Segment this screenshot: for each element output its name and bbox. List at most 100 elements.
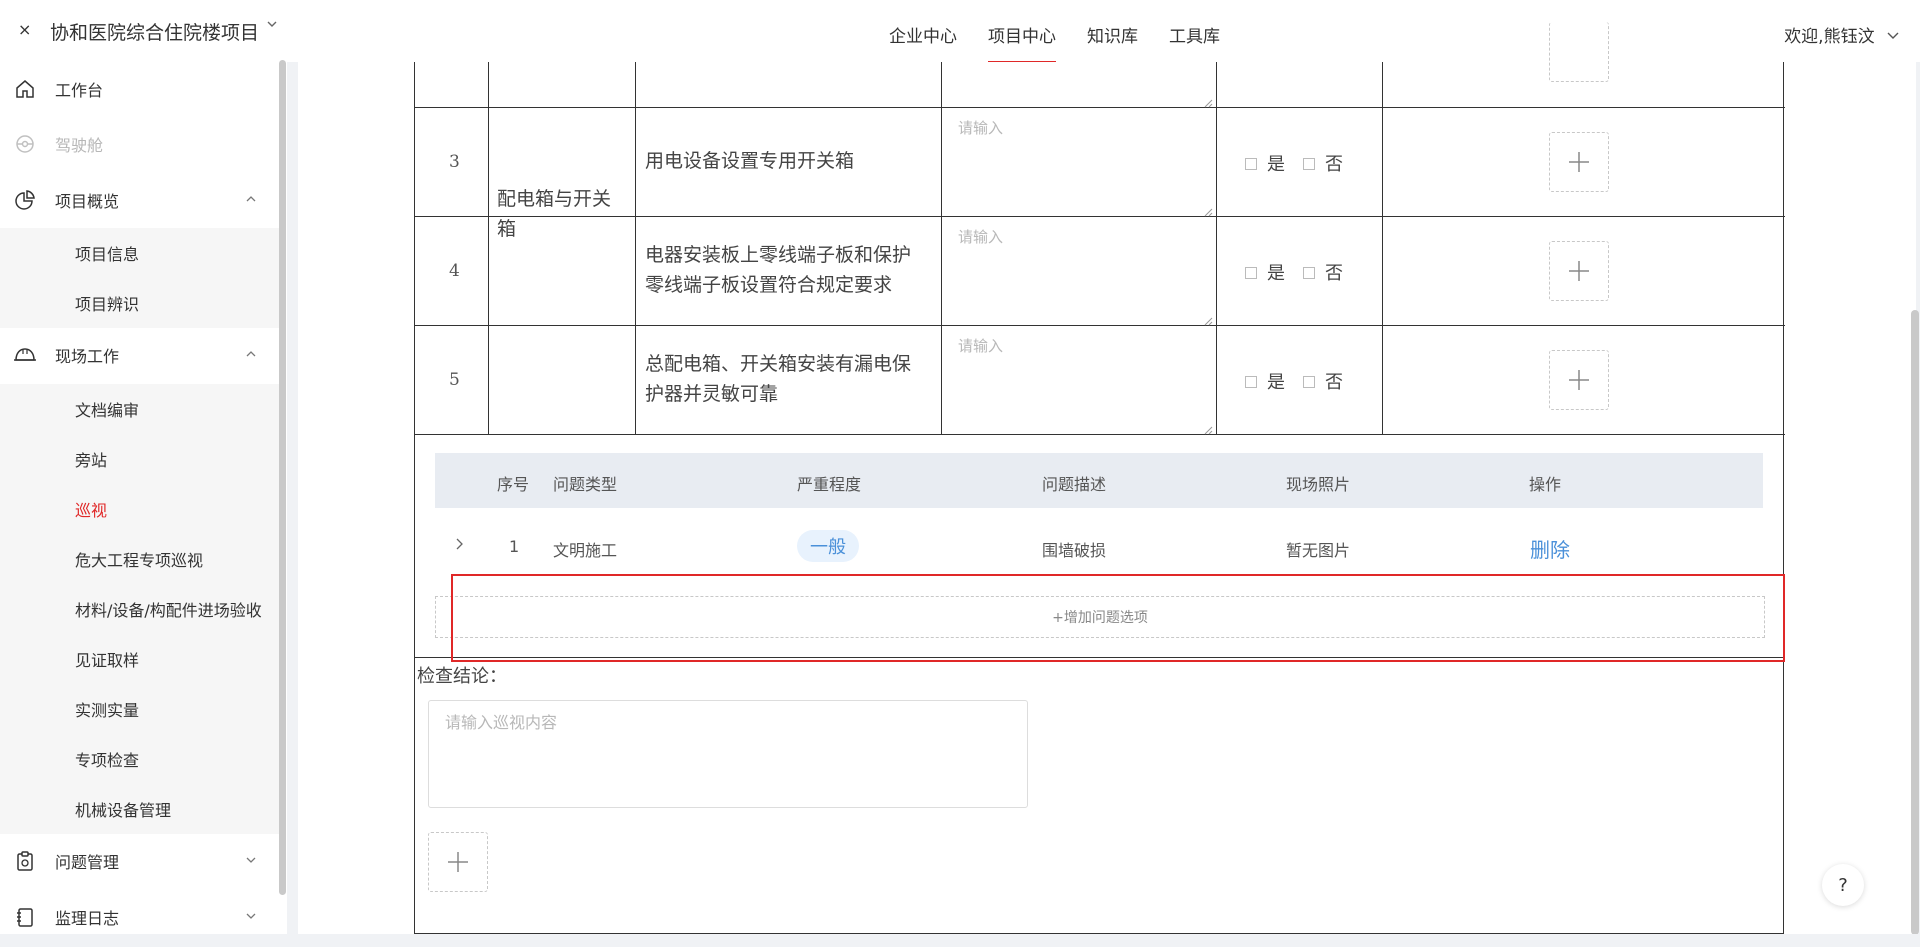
resize-handle-icon[interactable] — [1203, 93, 1213, 108]
nav-enterprise-center[interactable]: 企业中心 — [889, 22, 957, 62]
plus-icon — [448, 852, 468, 872]
pie-chart-icon — [13, 188, 37, 212]
expand-row-icon[interactable] — [454, 536, 464, 555]
row-number: 3 — [449, 152, 460, 172]
row-number: 4 — [449, 261, 460, 281]
main-nav: 企业中心 项目中心 知识库 工具库 — [889, 22, 1251, 63]
resize-handle-icon[interactable] — [1203, 420, 1213, 435]
sidebar-sub-doc-review[interactable]: 文档编审 — [0, 384, 279, 434]
sidebar-sub-project-identify[interactable]: 项目辨识 — [0, 278, 279, 328]
upload-attachment-button[interactable] — [428, 832, 488, 892]
col-divider — [488, 62, 489, 435]
sidebar-sub-special-inspection[interactable]: 专项检查 — [0, 734, 279, 784]
chevron-up-icon — [245, 348, 257, 362]
sidebar-item-workbench[interactable]: 工作台 — [0, 64, 279, 114]
project-title[interactable]: 协和医院综合住院楼项目 — [50, 18, 259, 45]
col-header-photo: 现场照片 — [1286, 475, 1351, 494]
yes-checkbox[interactable] — [1245, 267, 1257, 279]
category-label: 配电箱与开关 箱 — [497, 188, 612, 240]
plus-icon — [1569, 370, 1589, 390]
upload-photo-button[interactable] — [1549, 22, 1609, 82]
chevron-down-icon — [245, 854, 257, 868]
col-header-action: 操作 — [1529, 475, 1562, 494]
sidebar-item-project-overview[interactable]: 项目概览 — [0, 175, 279, 225]
remark-input[interactable]: 请输入 — [958, 335, 1003, 356]
yes-no-checkboxes: 是 否 — [1245, 150, 1343, 176]
yes-no-checkboxes: 是 否 — [1245, 259, 1343, 285]
helmet-icon — [13, 343, 37, 367]
col-divider — [941, 62, 942, 435]
resize-handle-icon[interactable] — [1203, 202, 1213, 217]
sidebar-sub-patrol[interactable]: 巡视 — [0, 484, 279, 534]
home-icon — [13, 77, 37, 101]
nav-knowledge-base[interactable]: 知识库 — [1087, 22, 1138, 62]
row-divider — [414, 107, 1785, 108]
top-bar: × 协和医院综合住院楼项目 企业中心 项目中心 知识库 工具库 欢迎,熊钰汶 — [0, 0, 1920, 63]
row-divider — [414, 325, 1785, 326]
yes-checkbox[interactable] — [1245, 158, 1257, 170]
sidebar-sub-machinery[interactable]: 机械设备管理 — [0, 784, 279, 834]
notebook-icon — [13, 905, 37, 929]
sidebar-item-label: 现场工作 — [55, 347, 120, 366]
check-item-text: 电器安装板上零线端子板和保护 零线端子板设置符合规定要求 — [645, 244, 912, 296]
col-divider — [1216, 62, 1217, 435]
sidebar-sub-side-station[interactable]: 旁站 — [0, 434, 279, 484]
upload-photo-button[interactable] — [1549, 350, 1609, 410]
sidebar-scrollbar[interactable] — [279, 60, 286, 895]
remark-input[interactable]: 请输入 — [958, 117, 1003, 138]
conclusion-label: 检查结论： — [417, 666, 507, 687]
plus-icon — [1569, 261, 1589, 281]
col-header-number: 序号 — [497, 475, 530, 494]
sidebar-item-issue-management[interactable]: 问题管理 — [0, 836, 279, 886]
sidebar-sub-measurement[interactable]: 实测实量 — [0, 684, 279, 734]
sidebar-item-label: 监理日志 — [55, 909, 120, 928]
sidebar-sub-material-acceptance[interactable]: 材料/设备/构配件进场验收 — [0, 584, 279, 634]
col-header-severity: 严重程度 — [797, 475, 862, 494]
resize-handle-icon[interactable] — [1203, 311, 1213, 326]
highlight-box — [451, 574, 1785, 662]
bottom-strip — [0, 934, 1920, 947]
close-icon[interactable]: × — [18, 20, 31, 39]
chevron-up-icon — [245, 193, 257, 207]
col-header-type: 问题类型 — [553, 475, 618, 494]
nav-project-center[interactable]: 项目中心 — [988, 22, 1056, 63]
yes-no-checkboxes: 是 否 — [1245, 368, 1343, 394]
problem-number: 1 — [509, 537, 520, 556]
conclusion-input[interactable] — [428, 700, 1028, 808]
delete-button[interactable]: 删除 — [1530, 534, 1570, 563]
sidebar-item-label: 项目概览 — [55, 192, 120, 211]
steering-wheel-icon — [13, 132, 37, 156]
chevron-down-icon — [245, 910, 257, 924]
col-header-description: 问题描述 — [1042, 475, 1107, 494]
sidebar-item-label: 问题管理 — [55, 853, 120, 872]
sidebar-sub-project-info[interactable]: 项目信息 — [0, 228, 279, 278]
problem-description: 围墙破损 — [1042, 541, 1107, 560]
clipboard-icon — [13, 849, 37, 873]
check-item-text: 用电设备设置专用开关箱 — [645, 150, 855, 172]
upload-photo-button[interactable] — [1549, 132, 1609, 192]
user-menu[interactable]: 欢迎,熊钰汶 — [1784, 22, 1900, 47]
no-checkbox[interactable] — [1303, 267, 1315, 279]
sidebar-item-field-work[interactable]: 现场工作 — [0, 330, 279, 380]
check-item-text: 总配电箱、开关箱安装有漏电保 护器并灵敏可靠 — [645, 353, 912, 405]
upload-photo-button[interactable] — [1549, 241, 1609, 301]
yes-checkbox[interactable] — [1245, 376, 1257, 388]
problem-photo: 暂无图片 — [1286, 541, 1351, 560]
col-divider — [1382, 62, 1383, 435]
severity-badge: 一般 — [797, 530, 859, 562]
no-checkbox[interactable] — [1303, 376, 1315, 388]
sidebar-sub-hazard-patrol[interactable]: 危大工程专项巡视 — [0, 534, 279, 584]
problem-table-header: 序号 问题类型 严重程度 问题描述 现场照片 操作 — [435, 453, 1763, 508]
content-scrollbar[interactable] — [1911, 310, 1919, 935]
sidebar-item-label: 工作台 — [55, 81, 104, 100]
no-checkbox[interactable] — [1303, 158, 1315, 170]
nav-toolbox[interactable]: 工具库 — [1169, 22, 1220, 62]
remark-input[interactable]: 请输入 — [958, 226, 1003, 247]
sidebar-item-label: 驾驶舱 — [55, 136, 104, 155]
problem-type: 文明施工 — [553, 541, 618, 560]
plus-icon — [1569, 152, 1589, 172]
help-button[interactable]: ? — [1822, 864, 1864, 906]
sidebar-sub-witness-sampling[interactable]: 见证取样 — [0, 634, 279, 684]
col-divider — [635, 62, 636, 435]
chevron-down-icon[interactable] — [266, 18, 278, 34]
